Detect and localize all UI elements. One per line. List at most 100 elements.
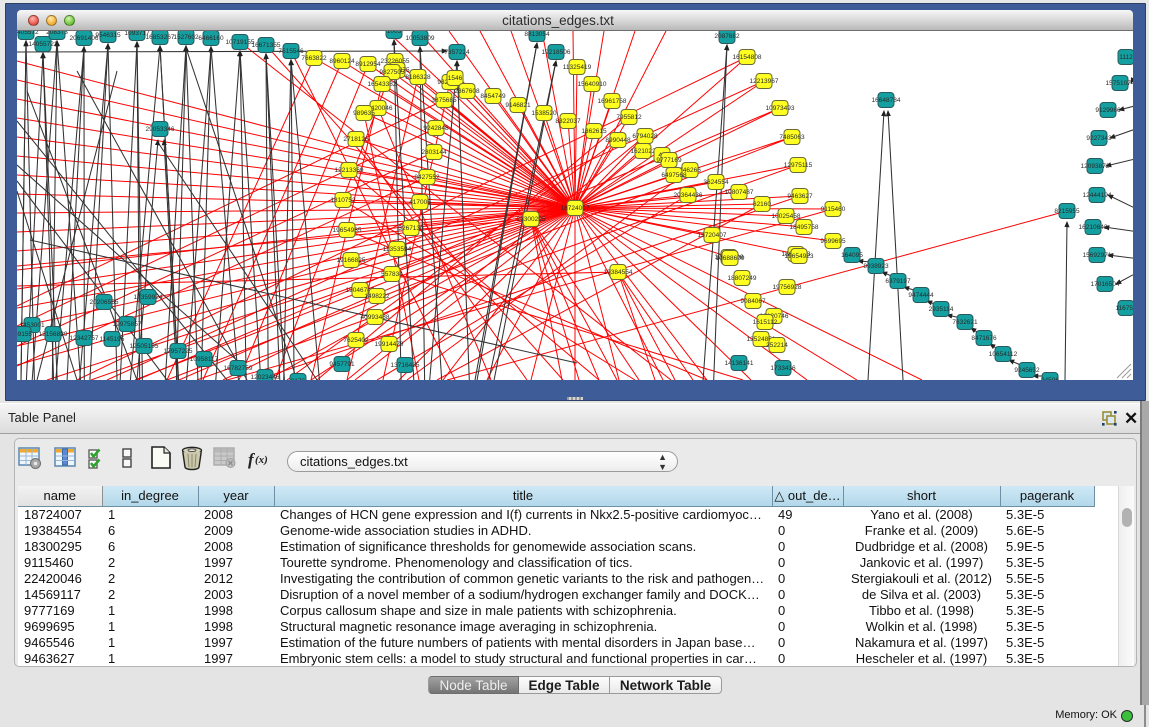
svg-text:7663822: 7663822	[301, 55, 327, 62]
svg-text:17359924: 17359924	[134, 294, 163, 301]
svg-text:14055721: 14055721	[29, 41, 58, 48]
svg-text:12444194: 12444194	[1083, 192, 1112, 199]
svg-text:19975857: 19975857	[113, 321, 142, 328]
svg-text:7357224: 7357224	[444, 49, 470, 56]
svg-text:10688609: 10688609	[716, 255, 745, 262]
svg-text:9474444: 9474444	[908, 292, 934, 299]
svg-text:15640910: 15640910	[578, 81, 607, 88]
svg-text:7625402: 7625402	[343, 337, 369, 344]
svg-text:16782759: 16782759	[224, 365, 253, 372]
svg-text:9777169: 9777169	[656, 157, 682, 164]
svg-text:19914479: 19914479	[375, 341, 404, 348]
svg-text:6794028: 6794028	[632, 133, 658, 140]
svg-text:9699695: 9699695	[820, 238, 846, 245]
svg-text:16648784: 16648784	[872, 97, 901, 104]
svg-text:11325419: 11325419	[563, 64, 592, 71]
svg-text:9242848: 9242848	[423, 125, 449, 132]
svg-text:19384554: 19384554	[604, 269, 633, 276]
svg-text:9227343: 9227343	[1086, 135, 1112, 142]
svg-text:208373: 208373	[46, 31, 68, 36]
svg-text:2718126: 2718126	[343, 136, 369, 143]
svg-text:17957225: 17957225	[164, 348, 193, 355]
svg-text:12213369: 12213369	[335, 167, 364, 174]
svg-text:12342757: 12342757	[70, 335, 99, 342]
svg-text:39155: 39155	[17, 331, 32, 338]
svg-text:12023446: 12023446	[251, 374, 280, 380]
svg-text:10973493: 10973493	[766, 105, 795, 112]
svg-text:9115460: 9115460	[821, 206, 846, 213]
svg-text:116753: 116753	[1115, 305, 1133, 312]
svg-text:18495758: 18495758	[790, 224, 819, 231]
svg-text:1362615: 1362615	[581, 128, 607, 135]
svg-text:3267130: 3267130	[398, 225, 424, 232]
svg-text:8454749: 8454749	[480, 93, 506, 100]
svg-text:9176: 9176	[291, 378, 306, 380]
svg-text:19654923: 19654923	[785, 253, 814, 260]
svg-text:1527602: 1527602	[173, 34, 199, 41]
svg-text:10025458: 10025458	[772, 213, 801, 220]
svg-text:18724007: 18724007	[561, 205, 590, 212]
svg-text:8938923: 8938923	[863, 263, 889, 270]
svg-text:1546: 1546	[448, 75, 463, 82]
svg-text:12213967: 12213967	[750, 78, 779, 85]
svg-text:7632621: 7632621	[952, 319, 978, 326]
svg-text:8813054: 8813054	[524, 31, 550, 38]
svg-text:1538520: 1538520	[531, 110, 557, 117]
svg-text:417006: 417006	[409, 199, 431, 206]
svg-text:16853267: 16853267	[146, 34, 175, 41]
svg-text:9245652: 9245652	[1014, 367, 1040, 374]
svg-text:17016504: 17016504	[1091, 281, 1120, 288]
svg-text:8215955: 8215955	[1054, 208, 1080, 215]
svg-text:9546315: 9546315	[95, 32, 121, 39]
svg-text:25300295: 25300295	[517, 216, 546, 223]
svg-text:9146821: 9146821	[505, 102, 531, 109]
svg-text:1810752: 1810752	[330, 197, 356, 204]
svg-text:(x): (x)	[255, 454, 268, 466]
svg-text:16543382: 16543382	[368, 81, 397, 88]
svg-text:20364436: 20364436	[674, 192, 703, 199]
svg-text:14136141: 14136141	[725, 360, 754, 367]
svg-text:9457791: 9457791	[329, 361, 355, 368]
svg-text:10807487: 10807487	[725, 189, 754, 196]
svg-text:2803144: 2803144	[421, 149, 447, 156]
svg-text:8990448: 8990448	[605, 137, 631, 144]
svg-text:15751074: 15751074	[1106, 80, 1133, 87]
svg-text:19756928: 19756928	[773, 284, 802, 291]
svg-text:16210643: 16210643	[1079, 224, 1108, 231]
svg-text:94506: 94506	[1041, 377, 1059, 380]
svg-text:1621022: 1621022	[630, 148, 656, 155]
svg-text:1405572: 1405572	[17, 31, 39, 36]
svg-text:164095: 164095	[841, 252, 863, 259]
svg-text:8186328: 8186328	[405, 74, 431, 81]
svg-text:15692971: 15692971	[1083, 252, 1112, 259]
svg-text:62160: 62160	[753, 201, 771, 208]
svg-text:19218506: 19218506	[542, 49, 571, 56]
svg-text:12156829: 12156829	[39, 331, 68, 338]
svg-text:6379197: 6379197	[885, 278, 911, 285]
svg-text:2935114: 2935114	[929, 306, 954, 313]
svg-text:9084067: 9084067	[740, 298, 766, 305]
svg-text:8471676: 8471676	[971, 335, 997, 342]
svg-text:19654985: 19654985	[333, 227, 362, 234]
svg-text:13716485: 13716485	[391, 362, 420, 369]
svg-text:18807249: 18807249	[728, 275, 757, 282]
svg-text:1615112: 1615112	[753, 319, 778, 326]
svg-text:12093872: 12093872	[1081, 163, 1110, 170]
svg-text:16671355: 16671355	[252, 42, 281, 49]
svg-text:7485063: 7485063	[779, 134, 805, 141]
svg-text:10719155: 10719155	[226, 39, 255, 46]
svg-text:15720407: 15720407	[698, 232, 727, 239]
svg-text:557834: 557834	[381, 271, 403, 278]
svg-text:9827505: 9827505	[379, 69, 405, 76]
svg-text:10654112: 10654112	[989, 351, 1018, 358]
svg-text:2367608: 2367608	[454, 88, 480, 95]
svg-text:11353594: 11353594	[383, 246, 412, 253]
svg-text:8322037: 8322037	[555, 118, 581, 125]
svg-text:7515546: 7515546	[278, 48, 304, 55]
svg-text:40993488: 40993488	[361, 314, 390, 321]
svg-text:3875685: 3875685	[431, 97, 457, 104]
svg-text:16961758: 16961758	[598, 98, 627, 105]
svg-text:252214: 252214	[766, 342, 788, 349]
svg-text:1112: 1112	[1119, 54, 1133, 61]
svg-text:10053809: 10053809	[406, 35, 435, 42]
